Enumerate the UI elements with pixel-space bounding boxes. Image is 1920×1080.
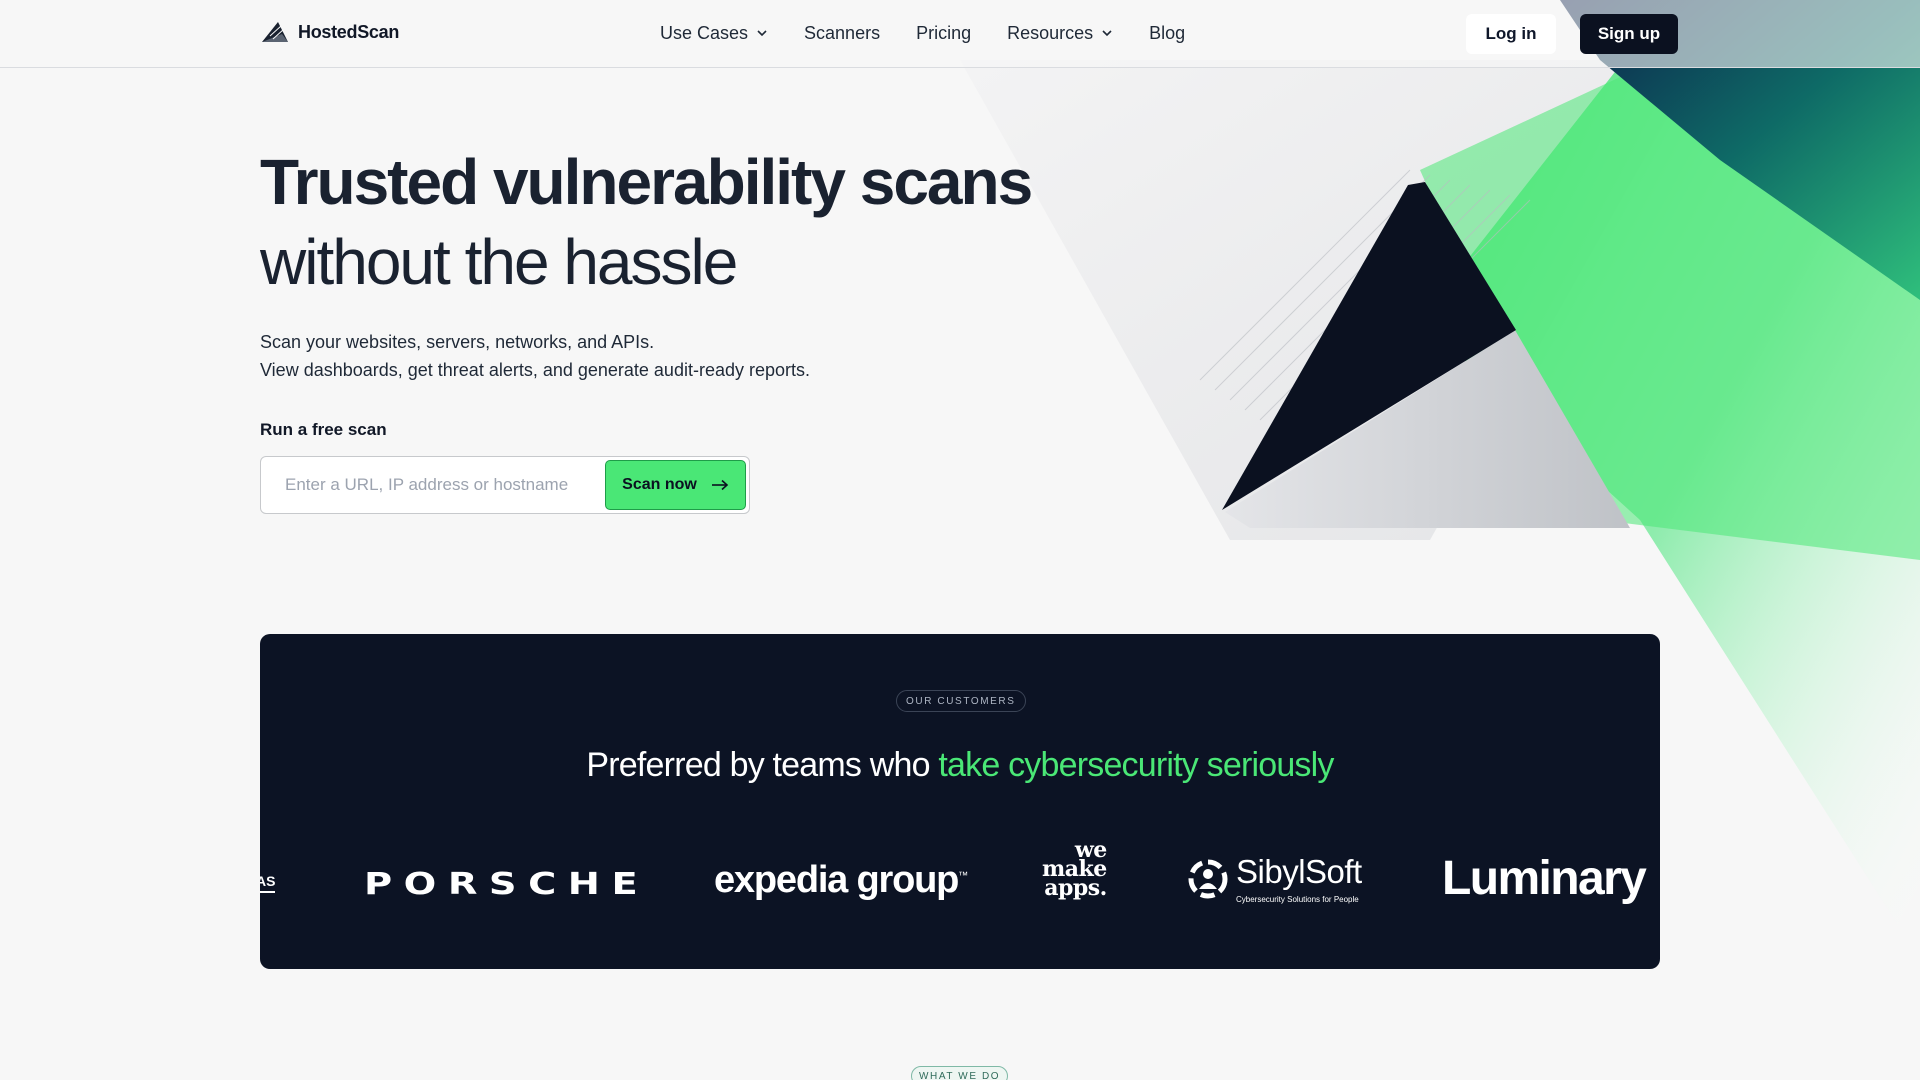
customers-heading-prefix: Preferred by teams who	[586, 746, 939, 784]
sibylsoft-tagline: Cybersecurity Solutions for People	[1236, 895, 1359, 904]
nav-item-label: Scanners	[804, 22, 881, 43]
customers-heading-highlight: take cybersecurity seriously	[938, 746, 1334, 784]
hero-section: Trusted vulnerability scans without the …	[260, 140, 1120, 384]
site-header: HostedScan Use Cases Scanners Pricing Re…	[0, 0, 1920, 68]
brand-name: HostedScan	[298, 21, 400, 42]
expedia-wordmark: expedia group	[714, 859, 959, 901]
nav-item-use-cases[interactable]: Use Cases	[660, 23, 768, 44]
nav-item-blog[interactable]: Blog	[1149, 23, 1185, 44]
customer-logo-expedia: expedia group™	[714, 859, 968, 902]
scan-now-label: Scan now	[622, 476, 697, 493]
sibylsoft-emblem-icon	[1188, 859, 1228, 899]
free-scan-form: Scan now	[260, 456, 750, 514]
arrow-right-icon	[711, 479, 729, 491]
brand-logo-link[interactable]: HostedScan	[260, 20, 399, 44]
customer-logo-luminary: Luminary	[1442, 852, 1647, 905]
nav-item-scanners[interactable]: Scanners	[804, 23, 880, 44]
customer-logo-partial: AS	[260, 873, 276, 893]
hostedscan-logo-icon	[262, 22, 288, 42]
what-we-do-pill: WHAT WE DO	[911, 1066, 1009, 1080]
customers-section: OUR CUSTOMERS Preferred by teams who tak…	[260, 634, 1660, 969]
hero-subtitle-line-2: View dashboards, get threat alerts, and …	[260, 360, 811, 380]
customer-logo-we-make-apps: we make apps.	[1042, 839, 1107, 901]
hero-title-bold: Trusted vulnerability scans	[260, 146, 1033, 218]
nav-item-label: Resources	[1007, 22, 1094, 43]
main-nav: Use Cases Scanners Pricing Resources Blo…	[660, 0, 1221, 66]
scan-now-button[interactable]: Scan now	[605, 460, 746, 510]
customers-heading: Preferred by teams who take cybersecurit…	[260, 746, 1660, 785]
hero-title: Trusted vulnerability scans without the …	[260, 140, 1120, 300]
nav-item-resources[interactable]: Resources	[1007, 23, 1113, 44]
nav-item-label: Pricing	[916, 22, 972, 43]
customer-logo-porsche: PORSCHE	[364, 867, 650, 902]
expedia-trademark: ™	[958, 870, 968, 882]
nav-item-pricing[interactable]: Pricing	[916, 23, 971, 44]
customers-pill: OUR CUSTOMERS	[896, 690, 1026, 712]
hero-title-light: without the hassle	[260, 226, 738, 298]
hero-subtitle-line-1: Scan your websites, servers, networks, a…	[260, 332, 655, 352]
sibylsoft-wordmark: SibylSoft	[1236, 853, 1362, 890]
hero-subtitle: Scan your websites, servers, networks, a…	[260, 328, 1120, 384]
chevron-down-icon	[757, 30, 767, 37]
free-scan-label: Run a free scan	[260, 420, 387, 439]
chevron-down-icon	[1102, 30, 1112, 37]
nav-item-label: Use Cases	[660, 22, 749, 43]
customer-logo-row: AS PORSCHE expedia group™ we make apps. …	[260, 839, 1660, 929]
scan-target-input[interactable]	[262, 458, 602, 512]
signup-button[interactable]: Sign up	[1580, 14, 1678, 54]
nav-item-label: Blog	[1149, 22, 1186, 43]
login-button[interactable]: Log in	[1466, 14, 1556, 54]
wemake-line-3: apps.	[1044, 875, 1107, 901]
